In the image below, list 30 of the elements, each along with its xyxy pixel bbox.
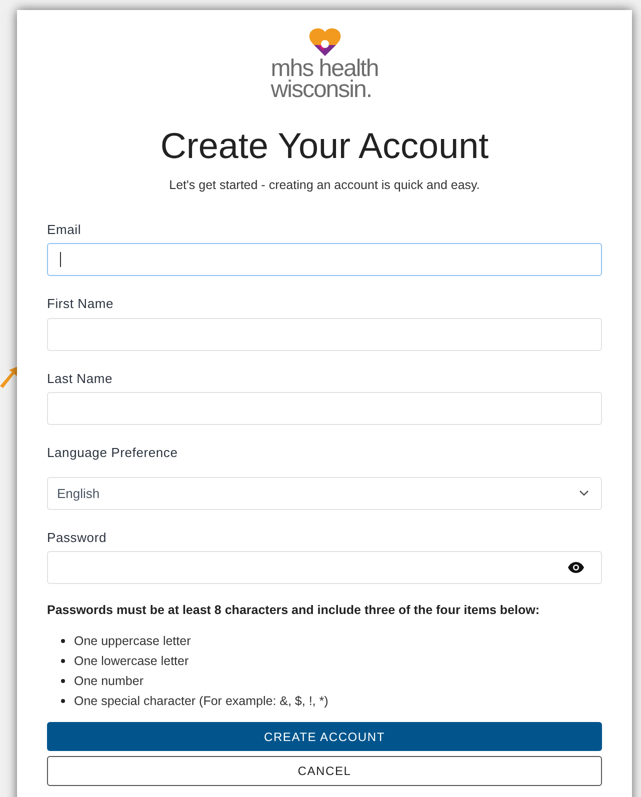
bullet-icon (61, 659, 65, 663)
rule-item: One uppercase letter (74, 632, 191, 650)
language-dropdown[interactable]: English (47, 476, 602, 510)
input-field[interactable] (47, 243, 602, 276)
bullet-icon (61, 639, 65, 643)
logo-text: mhs health (270, 58, 378, 79)
input-field[interactable] (47, 392, 602, 426)
field-label: Email (47, 220, 82, 239)
rule-item: One number (74, 672, 144, 690)
rule-item: One lowercase letter (74, 652, 189, 670)
cancel-button[interactable]: CANCEL (47, 756, 602, 786)
password-field[interactable] (47, 551, 602, 584)
rule-item: One special character (For example: &, $, !, *) (74, 692, 328, 710)
page-title: Create Your Account (160, 124, 489, 168)
field-label: Language Preference (47, 444, 179, 462)
field-label: Password (47, 528, 108, 547)
text-cursor (60, 252, 61, 268)
field-label: Last Name (47, 370, 114, 388)
arrow-icon (0, 364, 20, 388)
heart-logo-icon (308, 27, 340, 57)
eye-icon[interactable] (568, 562, 584, 574)
input-field[interactable] (47, 318, 602, 351)
subtitle: Let's get started - creating an account is quick and easy. (169, 177, 480, 194)
bullet-icon (61, 699, 65, 703)
field-label: First Name (47, 295, 115, 314)
password-rules-heading: Passwords must be at least 8 characters and include three of the four items below: (47, 602, 540, 620)
create-account-button[interactable]: CREATE ACCOUNT (47, 722, 602, 751)
logo-text: wisconsin. (270, 79, 372, 100)
chevron-down-icon (579, 490, 589, 496)
bullet-icon (61, 679, 65, 683)
